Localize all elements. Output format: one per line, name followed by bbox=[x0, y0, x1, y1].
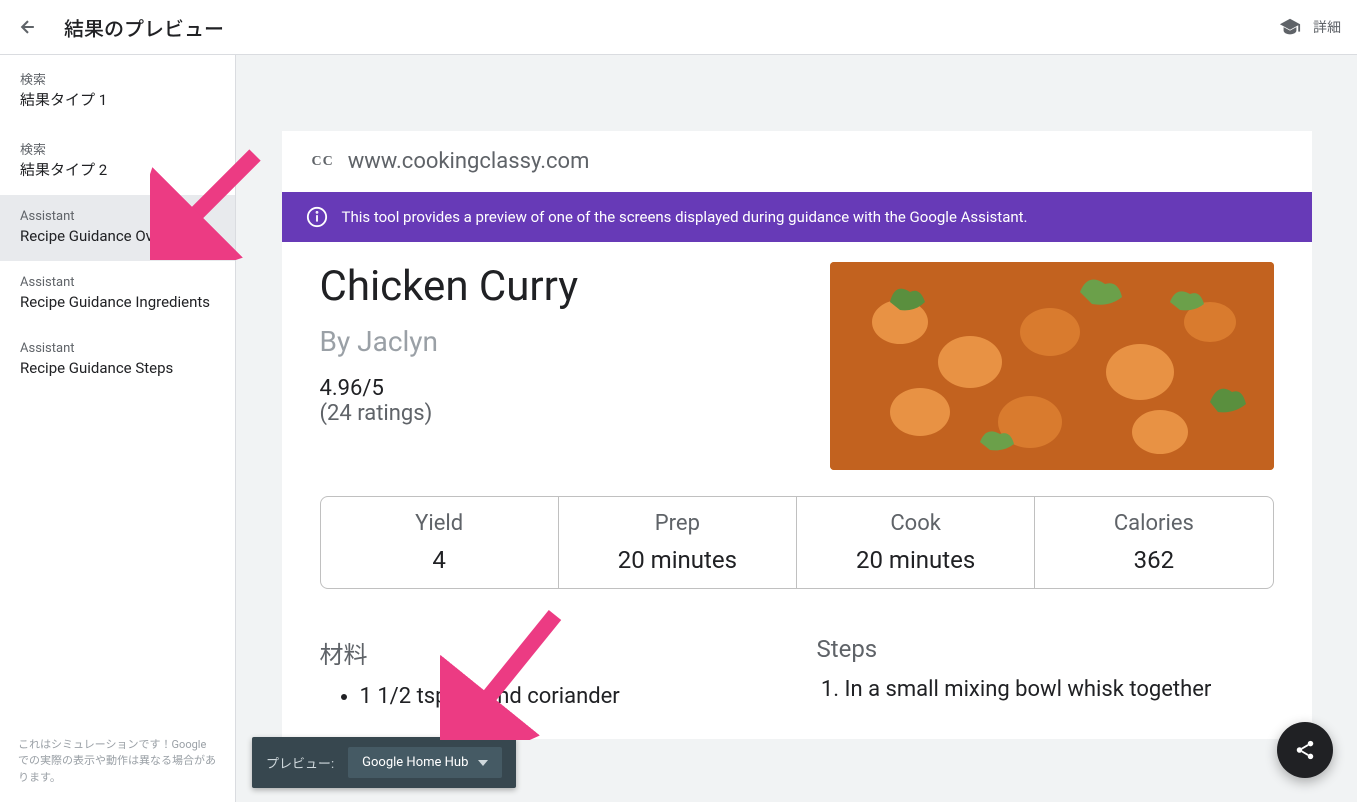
info-icon bbox=[306, 206, 328, 228]
source-favicon: CC bbox=[312, 154, 334, 170]
share-icon bbox=[1294, 739, 1316, 761]
stat-prep: Prep 20 minutes bbox=[559, 497, 797, 588]
sidebar-item-label: 結果タイプ 1 bbox=[20, 90, 215, 111]
sidebar-item-category: Assistant bbox=[20, 341, 215, 356]
sidebar-item-label: Recipe Guidance Steps bbox=[20, 358, 215, 379]
ingredients-column: 材料 1 1/2 tsp ground coriander bbox=[320, 635, 777, 709]
share-fab[interactable] bbox=[1277, 722, 1333, 778]
steps-column: Steps In a small mixing bowl whisk toget… bbox=[817, 635, 1274, 709]
content-area: CC www.cookingclassy.com This tool provi… bbox=[236, 55, 1357, 802]
sidebar: 検索 結果タイプ 1 検索 結果タイプ 2 Assistant Recipe G… bbox=[0, 55, 236, 802]
simulation-disclaimer: これはシミュレーションです！Google での実際の表示や動作は異なる場合があり… bbox=[18, 737, 217, 787]
page-title: 結果のプレビュー bbox=[64, 13, 1279, 42]
sidebar-item-category: 検索 bbox=[20, 69, 215, 88]
sidebar-item-search-1[interactable]: 検索 結果タイプ 1 bbox=[0, 55, 235, 125]
preview-device-select[interactable]: Google Home Hub bbox=[348, 747, 502, 778]
recipe-title: Chicken Curry bbox=[320, 262, 806, 311]
arrow-left-icon bbox=[18, 17, 38, 37]
preview-device-bar: プレビュー: Google Home Hub bbox=[252, 737, 516, 788]
recipe-author: By Jaclyn bbox=[320, 325, 806, 358]
recipe-image bbox=[830, 262, 1274, 470]
stat-label: Yield bbox=[329, 511, 550, 536]
sidebar-item-label: Recipe Guidance Ingredients bbox=[20, 292, 215, 313]
banner-text: This tool provides a preview of one of t… bbox=[342, 208, 1028, 226]
stat-value: 4 bbox=[329, 546, 550, 574]
preview-device-label: プレビュー: bbox=[266, 753, 334, 772]
stat-value: 20 minutes bbox=[805, 546, 1026, 574]
preview-source-row: CC www.cookingclassy.com bbox=[282, 131, 1312, 192]
steps-heading: Steps bbox=[817, 635, 1274, 663]
recipe-rating: 4.96/5 bbox=[320, 376, 806, 401]
sidebar-item-search-2[interactable]: 検索 結果タイプ 2 bbox=[0, 125, 235, 195]
ingredients-heading: 材料 bbox=[320, 635, 777, 670]
sidebar-item-recipe-ingredients[interactable]: Assistant Recipe Guidance Ingredients bbox=[0, 261, 235, 327]
sidebar-item-category: Assistant bbox=[20, 209, 215, 224]
stat-label: Prep bbox=[567, 511, 788, 536]
school-icon[interactable] bbox=[1279, 16, 1301, 38]
stat-value: 362 bbox=[1043, 546, 1264, 574]
back-button[interactable] bbox=[16, 15, 40, 39]
ingredient-item: 1 1/2 tsp ground coriander bbox=[360, 684, 777, 709]
stat-label: Calories bbox=[1043, 511, 1264, 536]
recipe-stats: Yield 4 Prep 20 minutes Cook 20 minutes … bbox=[320, 496, 1274, 589]
stat-value: 20 minutes bbox=[567, 546, 788, 574]
preview-card: CC www.cookingclassy.com This tool provi… bbox=[282, 131, 1312, 739]
step-item: In a small mixing bowl whisk together bbox=[845, 677, 1274, 702]
stat-label: Cook bbox=[805, 511, 1026, 536]
sidebar-item-category: 検索 bbox=[20, 139, 215, 158]
sidebar-item-label: Recipe Guidance Overview bbox=[20, 226, 215, 247]
details-link[interactable]: 詳細 bbox=[1313, 17, 1341, 37]
sidebar-item-category: Assistant bbox=[20, 275, 215, 290]
sidebar-item-recipe-overview[interactable]: Assistant Recipe Guidance Overview bbox=[0, 195, 235, 261]
source-url: www.cookingclassy.com bbox=[348, 149, 590, 174]
info-banner: This tool provides a preview of one of t… bbox=[282, 192, 1312, 242]
recipe-ratings-count: (24 ratings) bbox=[320, 401, 806, 426]
preview-device-value: Google Home Hub bbox=[362, 755, 468, 770]
stat-calories: Calories 362 bbox=[1035, 497, 1272, 588]
app-header: 結果のプレビュー 詳細 bbox=[0, 0, 1357, 55]
dropdown-icon bbox=[478, 760, 488, 766]
sidebar-item-label: 結果タイプ 2 bbox=[20, 160, 215, 181]
stat-cook: Cook 20 minutes bbox=[797, 497, 1035, 588]
stat-yield: Yield 4 bbox=[321, 497, 559, 588]
sidebar-footer: これはシミュレーションです！Google での実際の表示や動作は異なる場合があり… bbox=[0, 720, 235, 802]
sidebar-item-recipe-steps[interactable]: Assistant Recipe Guidance Steps bbox=[0, 327, 235, 393]
header-actions: 詳細 bbox=[1279, 16, 1341, 38]
